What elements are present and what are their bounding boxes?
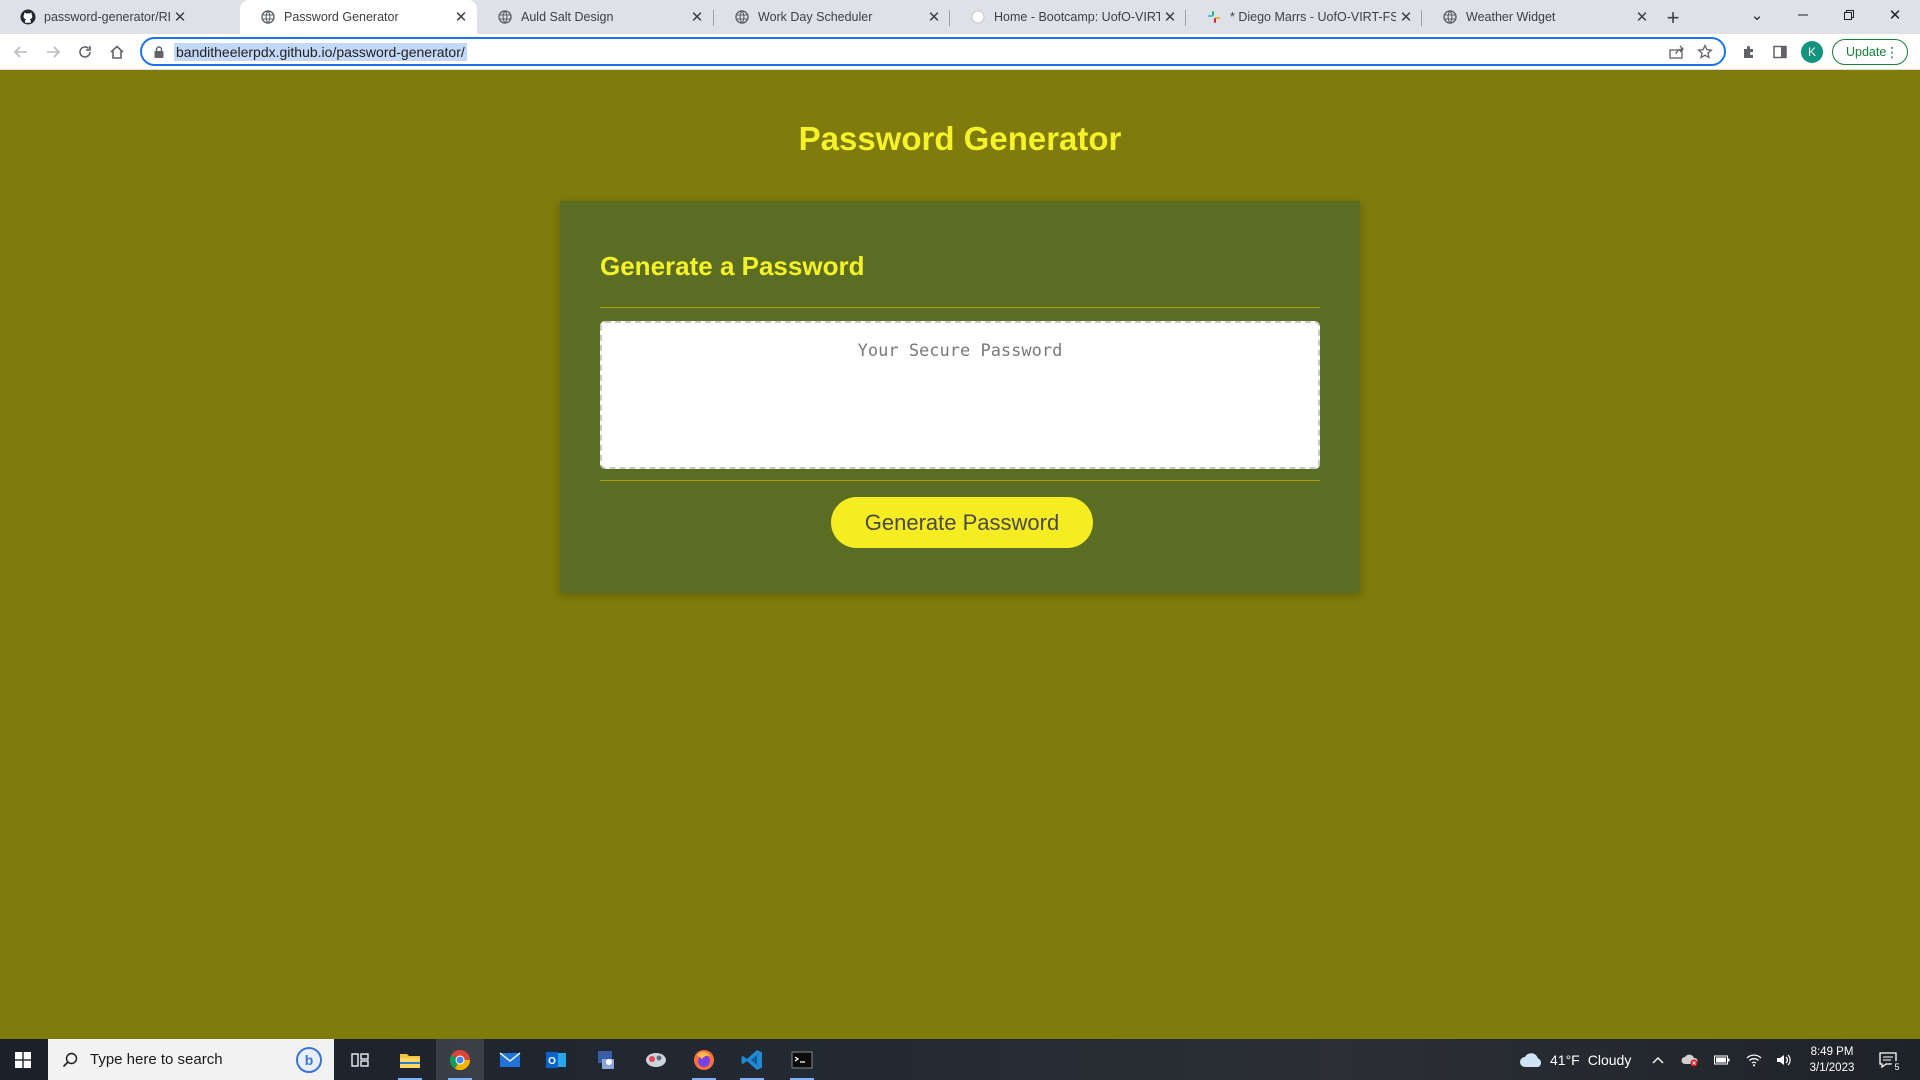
app-icon[interactable]	[582, 1039, 630, 1080]
vscode-icon[interactable]	[728, 1039, 776, 1080]
terminal-icon[interactable]	[778, 1039, 826, 1080]
weather-temp: 41°F	[1550, 1051, 1580, 1068]
tab-title: Password Generator	[284, 10, 399, 24]
close-tab-icon[interactable]: ✕	[1396, 7, 1416, 27]
app-icon[interactable]	[632, 1039, 680, 1080]
bing-icon[interactable]: b	[296, 1047, 322, 1073]
canvas-icon	[970, 9, 986, 25]
search-placeholder: Type here to search	[90, 1051, 223, 1068]
password-placeholder: Your Secure Password	[857, 341, 1063, 361]
slack-icon	[1206, 9, 1222, 25]
close-tab-icon[interactable]: ✕	[1160, 7, 1180, 27]
share-icon[interactable]	[1666, 42, 1688, 62]
divider	[600, 307, 1320, 308]
update-label: Update	[1846, 45, 1887, 59]
firefox-icon[interactable]	[680, 1039, 728, 1080]
home-icon[interactable]	[102, 37, 132, 67]
bookmark-star-icon[interactable]	[1694, 42, 1716, 62]
password-textarea[interactable]: Your Secure Password	[600, 321, 1320, 469]
tab-slack-diego[interactable]: * Diego Marrs - UofO-VIRT-FSF- ✕	[1186, 0, 1422, 34]
outlook-icon[interactable]: O	[532, 1039, 580, 1080]
svg-text:O: O	[548, 1056, 556, 1067]
update-button[interactable]: Update ⋮	[1832, 39, 1908, 65]
tab-password-generator[interactable]: Password Generator ✕	[240, 0, 477, 34]
minimize-icon[interactable]	[1780, 0, 1826, 30]
side-panel-icon[interactable]	[1765, 37, 1795, 67]
browser-tab-strip: password-generator/README.m ✕ Password G…	[0, 0, 1920, 34]
address-bar[interactable]: banditheelerpdx.github.io/password-gener…	[140, 37, 1726, 66]
close-tab-icon[interactable]: ✕	[924, 7, 944, 27]
extensions-icon[interactable]	[1734, 37, 1764, 67]
back-icon[interactable]	[6, 37, 36, 67]
github-icon	[20, 9, 36, 25]
globe-icon	[734, 9, 750, 25]
clock-time: 8:49 PM	[1810, 1046, 1854, 1058]
lock-icon[interactable]	[152, 44, 166, 60]
new-tab-icon[interactable]: +	[1660, 5, 1686, 31]
globe-icon	[1442, 9, 1458, 25]
chevron-up-icon[interactable]	[1648, 1050, 1668, 1070]
globe-icon	[260, 9, 276, 25]
windows-start-icon[interactable]	[0, 1039, 46, 1080]
chrome-icon[interactable]	[436, 1039, 484, 1080]
more-menu-icon[interactable]: ⋮	[1885, 44, 1899, 60]
tab-title: Weather Widget	[1466, 10, 1556, 24]
tab-bootcamp-home[interactable]: Home - Bootcamp: UofO-VIRT-F ✕	[950, 0, 1186, 34]
generate-password-button[interactable]: Generate Password	[831, 497, 1093, 548]
browser-toolbar: banditheelerpdx.github.io/password-gener…	[0, 34, 1920, 70]
windows-taskbar: Type here to search b O 41°F Cloudy 8:49…	[0, 1039, 1920, 1080]
close-tab-icon[interactable]: ✕	[170, 7, 190, 27]
tab-title: Home - Bootcamp: UofO-VIRT-F	[994, 10, 1160, 24]
volume-icon[interactable]	[1774, 1050, 1794, 1070]
card-header: Generate a Password	[600, 251, 865, 281]
close-tab-icon[interactable]: ✕	[1632, 7, 1652, 27]
url-text[interactable]: banditheelerpdx.github.io/password-gener…	[174, 43, 467, 61]
tab-auld-salt-design[interactable]: Auld Salt Design ✕	[477, 0, 713, 34]
weather-widget[interactable]: 41°F Cloudy	[1518, 1039, 1631, 1080]
divider	[600, 480, 1320, 481]
wifi-icon[interactable]	[1744, 1050, 1764, 1070]
onedrive-icon[interactable]	[1680, 1050, 1700, 1070]
notification-icon[interactable]: 5	[1876, 1050, 1903, 1073]
close-tab-icon[interactable]: ✕	[451, 7, 471, 27]
tab-title: * Diego Marrs - UofO-VIRT-FSF-	[1230, 10, 1396, 24]
restore-icon[interactable]	[1826, 0, 1872, 30]
page-body: Password Generator Generate a Password Y…	[0, 70, 1920, 1039]
tab-work-day-scheduler[interactable]: Work Day Scheduler ✕	[714, 0, 950, 34]
profile-avatar[interactable]: K	[1801, 41, 1823, 63]
close-tab-icon[interactable]: ✕	[687, 7, 707, 27]
tab-search-icon[interactable]: ⌄	[1734, 0, 1780, 30]
password-card: Generate a Password Your Secure Password…	[560, 201, 1360, 593]
taskbar-search-box[interactable]: Type here to search b	[48, 1039, 334, 1080]
file-explorer-icon[interactable]	[386, 1039, 434, 1080]
tab-title: Work Day Scheduler	[758, 10, 873, 24]
clock-date: 3/1/2023	[1809, 1062, 1855, 1074]
cloud-icon	[1518, 1051, 1544, 1069]
reload-icon[interactable]	[70, 37, 100, 67]
weather-desc: Cloudy	[1587, 1051, 1632, 1068]
search-icon	[60, 1052, 80, 1068]
tab-readme[interactable]: password-generator/README.m ✕	[0, 0, 196, 34]
close-window-icon[interactable]: ✕	[1872, 0, 1918, 30]
globe-icon	[497, 9, 513, 25]
page-title: Password Generator	[798, 120, 1122, 157]
tab-title: Auld Salt Design	[521, 10, 614, 24]
tab-title: password-generator/README.m	[44, 10, 170, 24]
battery-icon[interactable]	[1712, 1050, 1732, 1070]
mail-icon[interactable]	[486, 1039, 534, 1080]
tab-weather-widget[interactable]: Weather Widget ✕	[1422, 0, 1658, 34]
system-clock[interactable]: 8:49 PM 3/1/2023	[1806, 1044, 1858, 1076]
notification-count: 5	[1891, 1061, 1903, 1073]
task-view-icon[interactable]	[336, 1039, 384, 1080]
forward-icon[interactable]	[38, 37, 68, 67]
